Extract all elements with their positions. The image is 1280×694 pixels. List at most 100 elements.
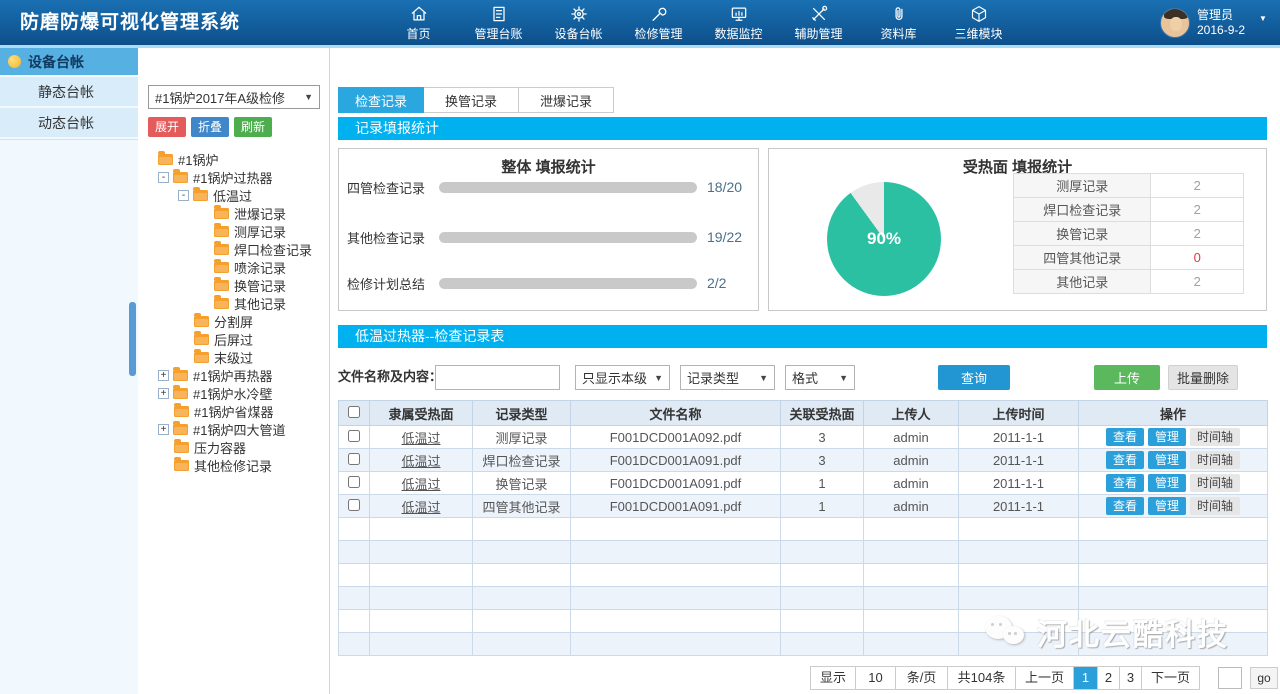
tree-node[interactable]: 末级过 — [138, 348, 328, 366]
record-type-cell: 四管其他记录 — [473, 495, 571, 518]
collapse-toggle-icon[interactable]: - — [158, 172, 169, 183]
manage-button[interactable]: 管理 — [1148, 497, 1186, 515]
timeline-button[interactable]: 时间轴 — [1190, 497, 1240, 515]
row-checkbox[interactable] — [348, 499, 360, 511]
search-button[interactable]: 查询 — [938, 365, 1010, 390]
user-menu-caret-icon[interactable]: ▼ — [1259, 14, 1267, 23]
progress-label: 其他检查记录 — [339, 228, 439, 247]
tree-node[interactable]: 其他检修记录 — [138, 456, 328, 474]
collapse-all-button[interactable]: 折叠 — [191, 117, 229, 137]
nav-item-management-ledger[interactable]: 管理台账 — [466, 0, 531, 45]
tab-tube-replacement-records[interactable]: 换管记录 — [424, 87, 519, 113]
manage-button[interactable]: 管理 — [1148, 474, 1186, 492]
manage-button[interactable]: 管理 — [1148, 451, 1186, 469]
upload-button[interactable]: 上传 — [1094, 365, 1160, 390]
upload-time-cell: 2011-1-1 — [959, 449, 1079, 472]
tree-scrollbar-thumb[interactable] — [129, 302, 136, 376]
surface-link[interactable]: 低温过 — [370, 472, 473, 495]
page-number-3[interactable]: 3 — [1119, 667, 1141, 689]
folder-icon — [214, 226, 229, 237]
nav-item-assist-management[interactable]: 辅助管理 — [786, 0, 851, 45]
nav-item-equipment-ledger[interactable]: 设备台帐 — [546, 0, 611, 45]
records-section-header: 低温过热器--检查记录表 — [338, 325, 1267, 348]
repair-round-select[interactable]: #1锅炉2017年A级检修 ▼ — [148, 85, 320, 109]
tree-node[interactable]: 泄爆记录 — [138, 204, 328, 222]
expand-all-button[interactable]: 展开 — [148, 117, 186, 137]
tree-node[interactable]: #1锅炉 — [138, 150, 328, 168]
batch-delete-button[interactable]: 批量删除 — [1168, 365, 1238, 390]
stat-value: 2 — [1151, 222, 1244, 246]
expand-toggle-icon[interactable]: + — [158, 370, 169, 381]
record-type-select[interactable]: 记录类型 ▼ — [680, 365, 775, 390]
tab-inspection-records[interactable]: 检查记录 — [338, 87, 424, 113]
tab-explosion-records[interactable]: 泄爆记录 — [519, 87, 614, 113]
tree-node-label: 其他检修记录 — [194, 456, 272, 475]
row-checkbox[interactable] — [348, 453, 360, 465]
timeline-button[interactable]: 时间轴 — [1190, 451, 1240, 469]
surface-link[interactable]: 低温过 — [370, 449, 473, 472]
timeline-button[interactable]: 时间轴 — [1190, 428, 1240, 446]
tree-node-label: 喷涂记录 — [234, 258, 286, 277]
user-menu[interactable]: 管理员 2016-9-2 ▼ — [1160, 0, 1267, 45]
tree-node[interactable]: +#1锅炉再热器 — [138, 366, 328, 384]
view-button[interactable]: 查看 — [1106, 451, 1144, 469]
top-nav-menu: 首页 管理台账 设备台帐 检修管理 数据监控 辅助管理 资料库 三维模块 — [386, 0, 1011, 45]
repair-round-select-value: #1锅炉2017年A级检修 — [155, 88, 304, 107]
total-count-label: 共104条 — [947, 667, 1015, 689]
nav-item-3d-module[interactable]: 三维模块 — [946, 0, 1011, 45]
page-number-2[interactable]: 2 — [1097, 667, 1119, 689]
tree-node[interactable]: #1锅炉省煤器 — [138, 402, 328, 420]
tree-node[interactable]: +#1锅炉水冷壁 — [138, 384, 328, 402]
sidebar-item-static-ledger[interactable]: 静态台帐 — [0, 77, 138, 106]
next-page-button[interactable]: 下一页 — [1141, 667, 1199, 689]
sidebar-item-dynamic-ledger[interactable]: 动态台帐 — [0, 108, 138, 137]
tree-node[interactable]: 分割屏 — [138, 312, 328, 330]
nav-item-library[interactable]: 资料库 — [866, 0, 931, 45]
tree-node[interactable]: 其他记录 — [138, 294, 328, 312]
expand-toggle-icon[interactable]: + — [158, 424, 169, 435]
tree-node[interactable]: 压力容器 — [138, 438, 328, 456]
stat-value: 2 — [1151, 198, 1244, 222]
tree-node[interactable]: 后屏过 — [138, 330, 328, 348]
tree-node-label: 其他记录 — [234, 294, 286, 313]
surface-link[interactable]: 低温过 — [370, 426, 473, 449]
home-icon — [409, 4, 429, 24]
column-header: 文件名称 — [571, 401, 781, 426]
page-number-1[interactable]: 1 — [1073, 667, 1097, 689]
select-all-checkbox[interactable] — [348, 406, 360, 418]
surface-link[interactable]: 低温过 — [370, 495, 473, 518]
nav-item-data-monitor[interactable]: 数据监控 — [706, 0, 771, 45]
tree-node[interactable]: -低温过 — [138, 186, 328, 204]
format-select[interactable]: 格式 ▼ — [785, 365, 855, 390]
prev-page-button[interactable]: 上一页 — [1015, 667, 1073, 689]
view-button[interactable]: 查看 — [1106, 428, 1144, 446]
tree-node[interactable]: +#1锅炉四大管道 — [138, 420, 328, 438]
row-checkbox[interactable] — [348, 430, 360, 442]
go-button[interactable]: go — [1250, 667, 1278, 689]
paperclip-icon — [889, 4, 909, 24]
page-size-value[interactable]: 10 — [855, 667, 895, 689]
column-header: 隶属受热面 — [370, 401, 473, 426]
nav-item-home[interactable]: 首页 — [386, 0, 451, 45]
expand-toggle-icon[interactable]: + — [158, 388, 169, 399]
view-button[interactable]: 查看 — [1106, 474, 1144, 492]
refresh-button[interactable]: 刷新 — [234, 117, 272, 137]
tree-node[interactable]: 换管记录 — [138, 276, 328, 294]
nav-item-maintenance[interactable]: 检修管理 — [626, 0, 691, 45]
timeline-button[interactable]: 时间轴 — [1190, 474, 1240, 492]
goto-page-input[interactable] — [1218, 667, 1242, 689]
collapse-toggle-icon[interactable]: - — [178, 190, 189, 201]
view-button[interactable]: 查看 — [1106, 497, 1144, 515]
tree-node[interactable]: 测厚记录 — [138, 222, 328, 240]
sidebar-item-equipment-ledger[interactable]: 设备台帐 — [0, 48, 138, 75]
scope-select[interactable]: 只显示本级 ▼ — [575, 365, 670, 390]
stat-value-alert: 0 — [1151, 246, 1244, 270]
app-title: 防磨防爆可视化管理系统 — [20, 0, 240, 45]
tree-node[interactable]: -#1锅炉过热器 — [138, 168, 328, 186]
row-checkbox[interactable] — [348, 476, 360, 488]
ledger-icon — [489, 4, 509, 24]
keyword-input[interactable] — [435, 365, 560, 390]
tree-node[interactable]: 焊口检查记录 — [138, 240, 328, 258]
manage-button[interactable]: 管理 — [1148, 428, 1186, 446]
tree-node[interactable]: 喷涂记录 — [138, 258, 328, 276]
